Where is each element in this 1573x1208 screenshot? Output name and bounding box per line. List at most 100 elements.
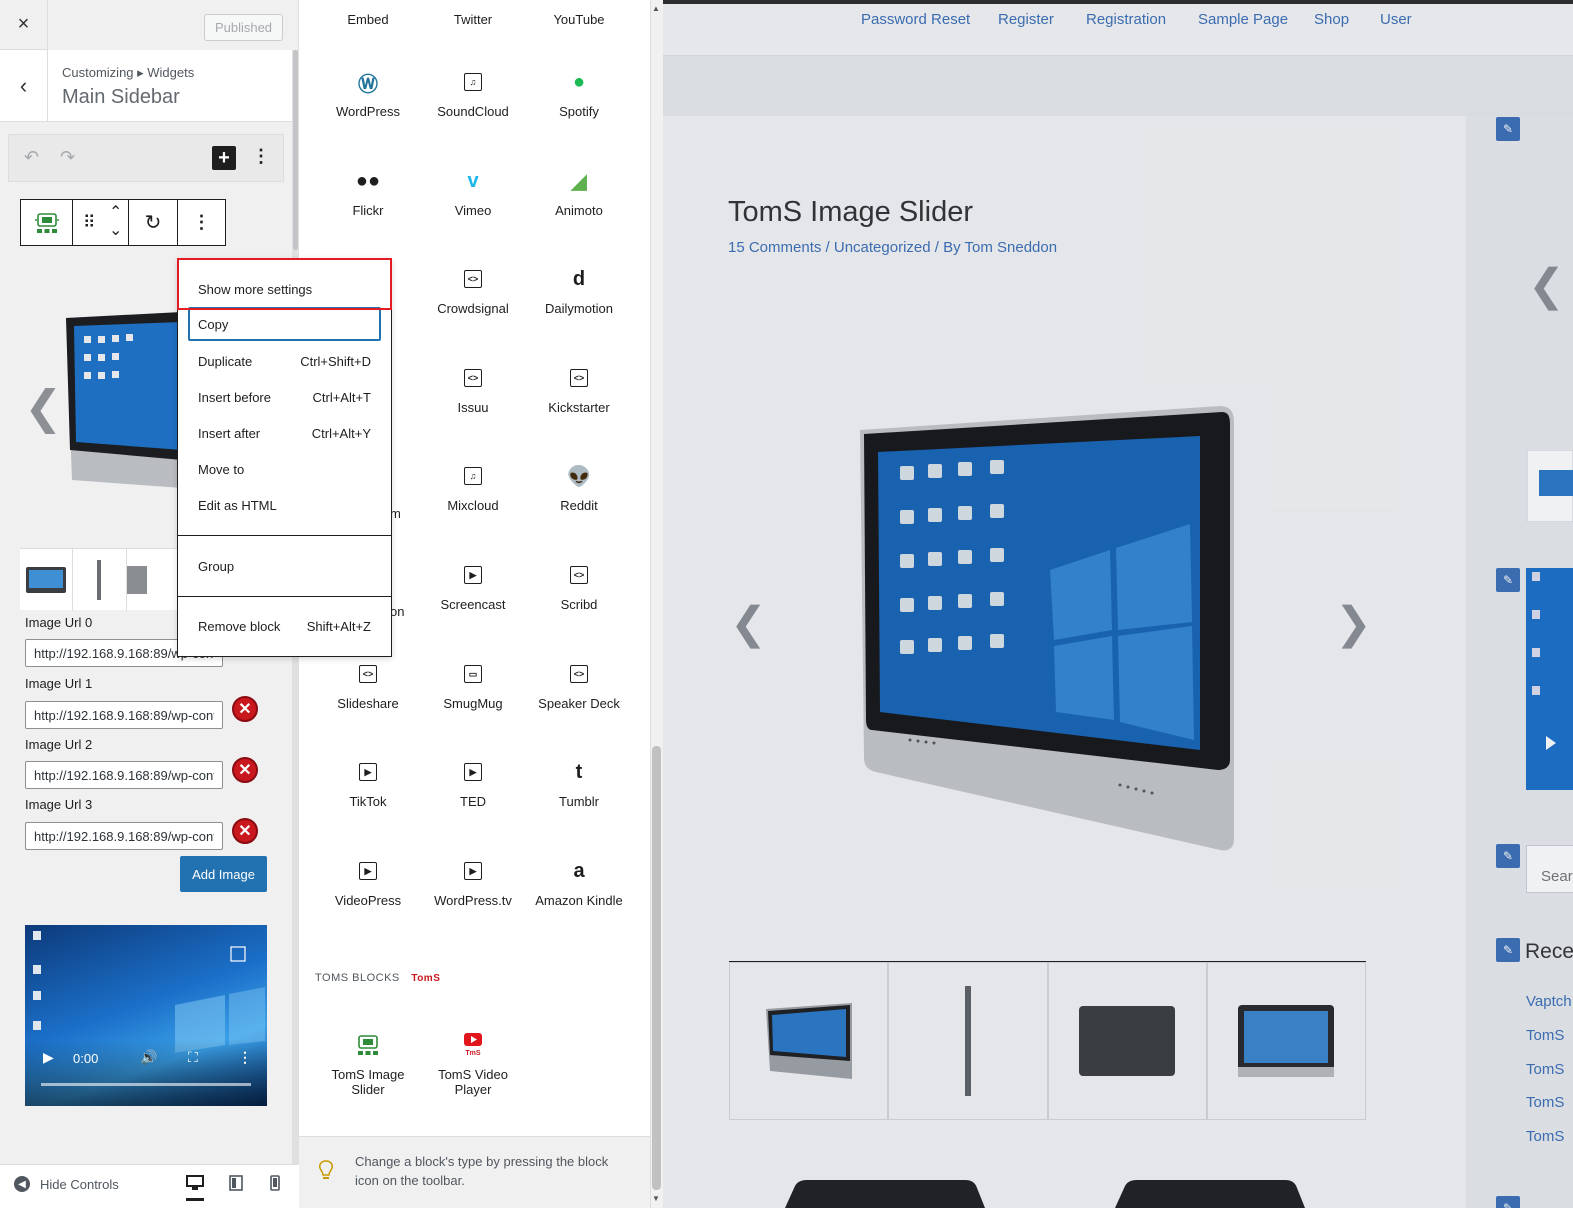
fullscreen-icon: ⛶ (188, 1049, 198, 1065)
remove-image-button[interactable]: ✕ (232, 818, 258, 844)
block-label: Vimeo (454, 203, 492, 218)
panel-thumbnail[interactable] (20, 549, 74, 611)
embed-icon: <> (359, 662, 377, 686)
menu-item-shortcut: Ctrl+Alt+T (312, 389, 371, 405)
block-kickstarter[interactable]: <> Kickstarter (526, 366, 632, 415)
video-more-button[interactable]: ⋮ (238, 1049, 252, 1066)
block-videopress[interactable]: ▶ VideoPress (315, 859, 421, 908)
block-type-button[interactable] (21, 200, 73, 245)
scroll-down-icon[interactable]: ▼ (652, 1194, 660, 1203)
block-wordpress[interactable]: Ⓦ WordPress (315, 70, 421, 120)
undo-button[interactable]: ↶ (24, 147, 39, 168)
scroll-up-icon[interactable]: ▲ (652, 4, 660, 13)
flickr-icon: ●● (355, 169, 381, 192)
video-fullscreen-button[interactable]: ⛶ (188, 1049, 198, 1066)
inserter-scrollbar-thumb[interactable] (652, 746, 661, 1190)
back-button[interactable]: ‹ (0, 50, 48, 122)
menu-item-move-to[interactable]: Move to (178, 452, 391, 486)
dailymotion-icon: d (572, 267, 586, 290)
drag-handle-icon[interactable]: ⠿ (83, 213, 95, 233)
panel-thumbnail[interactable] (126, 549, 180, 611)
embed-icon: ▶ (464, 760, 482, 784)
transform-button[interactable]: ↻ (129, 200, 178, 245)
menu-item-group[interactable]: Group (178, 549, 391, 583)
block-twitter[interactable]: Twitter (420, 12, 526, 27)
remove-image-button[interactable]: ✕ (232, 757, 258, 783)
add-block-button[interactable]: + (212, 146, 236, 170)
hide-controls-button[interactable]: ◀ Hide Controls (14, 1176, 119, 1192)
block-tiktok[interactable]: ▶ TikTok (315, 760, 421, 809)
block-slideshare[interactable]: <> Slideshare (315, 662, 421, 711)
block-spotify[interactable]: ● Spotify (526, 70, 632, 120)
block-speaker-deck[interactable]: <> Speaker Deck (526, 662, 632, 711)
close-icon: × (17, 13, 30, 35)
panel-thumbnail[interactable] (73, 549, 127, 611)
block-label-partial: on (390, 604, 405, 619)
vimeo-icon: v (467, 169, 479, 192)
image-url-label: Image Url 2 (25, 737, 93, 752)
block-ted[interactable]: ▶ TED (420, 760, 526, 809)
embed-glyph: ♫ (464, 467, 482, 485)
embed-icon: <> (570, 563, 588, 587)
block-label: WordPress (335, 104, 401, 119)
block-wordpress-tv[interactable]: ▶ WordPress.tv (420, 859, 526, 908)
tablet-preview-button[interactable] (229, 1175, 243, 1195)
embed-icon: <> (570, 662, 588, 686)
block-options-menu: Show more settings Copy Duplicate Ctrl+Sh… (177, 258, 392, 657)
panel-slider-prev-button[interactable]: ❮ (24, 380, 63, 434)
desktop-preview-button[interactable] (186, 1175, 204, 1201)
block-options-button[interactable]: ⋮ (178, 200, 225, 245)
block-dailymotion[interactable]: d Dailymotion (526, 267, 632, 317)
block-issuu[interactable]: <> Issuu (420, 366, 526, 415)
menu-item-duplicate[interactable]: Duplicate Ctrl+Shift+D (178, 344, 391, 378)
menu-item-copy[interactable]: Copy (188, 307, 381, 341)
block-scribd[interactable]: <> Scribd (526, 563, 632, 612)
move-up-icon[interactable]: ⌃ (109, 202, 122, 222)
add-image-button[interactable]: Add Image (180, 856, 267, 892)
play-icon: ▶ (43, 1049, 54, 1065)
block-flickr[interactable]: ●● Flickr (315, 169, 421, 219)
panel-scrollbar-thumb[interactable] (293, 50, 298, 250)
image-url-input[interactable] (25, 822, 223, 850)
block-embed[interactable]: Embed (315, 12, 421, 27)
image-url-input[interactable] (25, 701, 223, 729)
reddit-icon: 👽 (566, 465, 592, 488)
block-toms-image-slider[interactable]: TomS Image Slider (315, 1033, 421, 1097)
block-toms-video-player[interactable]: TmS TomS Video Player (420, 1033, 526, 1097)
redo-button[interactable]: ↷ (60, 147, 75, 168)
block-crowdsignal[interactable]: <> Crowdsignal (420, 267, 526, 316)
hide-controls-icon: ◀ (14, 1176, 30, 1192)
block-label: SmugMug (443, 696, 503, 711)
menu-item-edit-as-html[interactable]: Edit as HTML (178, 488, 391, 522)
embed-glyph: <> (570, 665, 588, 683)
menu-item-label: Move to (198, 461, 245, 477)
editor-options-button[interactable]: ⋮ (252, 146, 270, 167)
video-play-button[interactable]: ▶ (43, 1049, 54, 1066)
block-reddit[interactable]: 👽 Reddit (526, 464, 632, 514)
preview-overlay (663, 0, 1573, 1208)
block-screencast[interactable]: ▶ Screencast (420, 563, 526, 612)
block-youtube[interactable]: YouTube (526, 12, 632, 27)
mobile-preview-button[interactable] (270, 1175, 280, 1195)
block-amazon-kindle[interactable]: a Amazon Kindle (526, 859, 632, 909)
block-mixcloud[interactable]: ♫ Mixcloud (420, 464, 526, 513)
image-url-input[interactable] (25, 761, 223, 789)
video-progress-bar[interactable] (41, 1083, 251, 1086)
desktop-icon (186, 1175, 204, 1190)
move-down-icon[interactable]: ⌄ (109, 220, 122, 240)
close-icon: ✕ (238, 762, 252, 779)
menu-item-remove-block[interactable]: Remove block Shift+Alt+Z (178, 609, 391, 643)
block-label: Issuu (457, 400, 489, 415)
embed-icon: ▶ (464, 563, 482, 587)
block-vimeo[interactable]: v Vimeo (420, 169, 526, 219)
close-customizer-button[interactable]: × (0, 0, 48, 50)
menu-item-insert-before[interactable]: Insert before Ctrl+Alt+T (178, 380, 391, 414)
block-soundcloud[interactable]: ♫ SoundCloud (420, 70, 526, 119)
block-animoto[interactable]: ◢ Animoto (526, 169, 632, 219)
remove-image-button[interactable]: ✕ (232, 696, 258, 722)
published-button[interactable]: Published (204, 14, 283, 41)
block-tumblr[interactable]: t Tumblr (526, 760, 632, 810)
menu-item-insert-after[interactable]: Insert after Ctrl+Alt+Y (178, 416, 391, 450)
video-volume-button[interactable]: 🔊 (140, 1049, 157, 1066)
block-smugmug[interactable]: ▭ SmugMug (420, 662, 526, 711)
